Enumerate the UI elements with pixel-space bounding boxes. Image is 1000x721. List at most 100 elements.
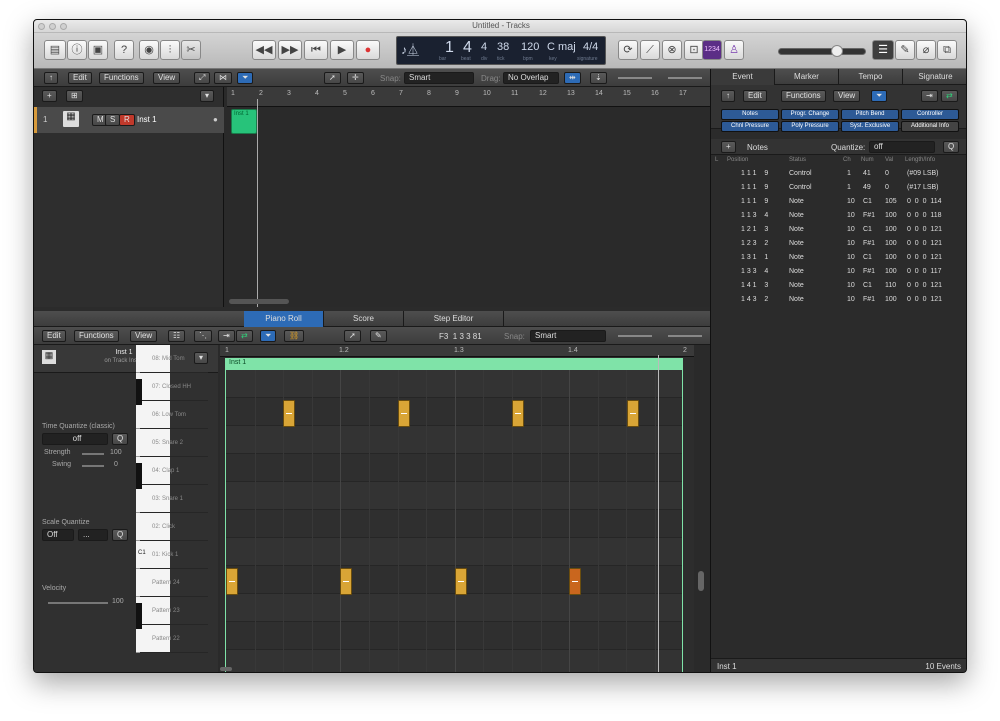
editor-functions-menu[interactable]: Functions [74, 330, 119, 342]
editor-region-bar[interactable]: Inst 1 [225, 358, 683, 370]
event-row[interactable]: 1 2 3 2 Note 10 F#1 100 0 0 0 121 [711, 237, 959, 251]
autopunch-icon[interactable]: ⊡ [684, 40, 704, 60]
browser-icon[interactable]: ⧉ [937, 40, 957, 60]
note-closed-hh[interactable] [512, 400, 524, 427]
editor-vertical-scrollbar[interactable] [698, 571, 704, 591]
editor-horizontal-zoom[interactable] [668, 335, 702, 337]
record-enable-button[interactable]: R [119, 114, 135, 126]
back-icon[interactable]: ↑ [44, 72, 58, 84]
tuner-icon[interactable]: ⟋ [640, 40, 660, 60]
tab-step-editor[interactable]: Step Editor [404, 311, 504, 327]
quick-help-icon[interactable]: ? [114, 40, 134, 60]
piano-black-key[interactable] [136, 463, 142, 489]
notepad-icon[interactable]: ✎ [895, 40, 915, 60]
note-kick[interactable] [455, 568, 467, 595]
list-editors-icon[interactable]: ☰ [872, 40, 894, 60]
count-in-icon[interactable]: 1234 [702, 40, 722, 60]
articulation-icon[interactable]: ⋱ [194, 330, 212, 342]
cycle-icon[interactable]: ⟳ [618, 40, 638, 60]
editor-vertical-zoom[interactable] [618, 335, 652, 337]
midi-out-icon[interactable]: ⇄ [236, 330, 253, 342]
filter-icon[interactable]: ⏷ [237, 72, 254, 84]
scroll-icon[interactable]: ⇣ [590, 72, 607, 84]
note-kick[interactable] [226, 568, 238, 595]
lcd-display[interactable]: ♪⏅ 1 4 4 38 120 C maj 4/4 bar beat div t… [396, 36, 606, 65]
forward-button[interactable]: ▶▶ [278, 40, 302, 60]
horizontal-zoom-slider[interactable] [668, 77, 702, 79]
filter-channel-pressure[interactable]: Chnl Pressure [721, 121, 779, 132]
master-volume-knob[interactable] [831, 45, 843, 57]
tab-marker[interactable]: Marker [775, 69, 839, 85]
collapse-icon[interactable]: ☷ [168, 330, 186, 342]
solo-icon[interactable]: ⊗ [662, 40, 682, 60]
tracks-view-menu[interactable]: View [153, 72, 181, 84]
filter-program-change[interactable]: Progr. Change [781, 109, 839, 120]
note-kick[interactable] [340, 568, 352, 595]
event-view-menu[interactable]: View [833, 90, 861, 102]
region-inst1[interactable]: Inst 1 [231, 109, 257, 134]
event-midi-out-icon[interactable]: ⇄ [941, 90, 958, 102]
editor-pointer-tool-icon[interactable]: ➚ [344, 330, 361, 342]
pencil-tool-icon[interactable]: ✎ [370, 330, 387, 342]
record-button[interactable]: ● [356, 40, 380, 60]
event-row[interactable]: 1 4 1 3 Note 10 C1 110 0 0 0 121 [711, 279, 959, 293]
master-volume-slider[interactable] [778, 45, 866, 57]
midi-in-icon[interactable]: ⇥ [218, 330, 235, 342]
filter-system-exclusive[interactable]: Syst. Exclusive [841, 121, 899, 132]
piano-black-key[interactable] [136, 603, 142, 629]
editors-icon[interactable]: ✂ [181, 40, 201, 60]
input-monitor-icon[interactable]: ● [213, 115, 218, 124]
tab-signature[interactable]: Signature [903, 69, 966, 85]
event-row[interactable]: 1 3 1 1 Note 10 C1 100 0 0 0 121 [711, 251, 959, 265]
filter-notes[interactable]: Notes [721, 109, 779, 120]
tracks-functions-menu[interactable]: Functions [99, 72, 144, 84]
note-closed-hh[interactable] [398, 400, 410, 427]
note-closed-hh[interactable] [283, 400, 295, 427]
piano-black-key[interactable] [136, 379, 142, 405]
metronome-button-icon[interactable]: ♙ [724, 40, 744, 60]
play-button[interactable]: ▶ [330, 40, 354, 60]
catch-icon[interactable]: ⇹ [564, 72, 581, 84]
grid-area[interactable] [225, 370, 683, 672]
smart-controls-icon[interactable]: ◉ [139, 40, 159, 60]
event-row[interactable]: 1 3 3 4 Note 10 F#1 100 0 0 0 117 [711, 265, 959, 279]
flex-icon[interactable]: ⋈ [214, 72, 232, 84]
pointer-tool-icon[interactable]: ➚ [324, 72, 341, 84]
playhead[interactable] [257, 99, 258, 307]
filter-pitch-bend[interactable]: Pitch Bend [841, 109, 899, 120]
mixer-icon[interactable]: ⫶ [160, 40, 180, 60]
event-row[interactable]: 1 1 1 9 Note 10 C1 105 0 0 0 114 [711, 195, 959, 209]
tracks-snap-select[interactable]: Smart [404, 72, 474, 84]
tracks-ruler[interactable]: 1 2 3 4 5 6 7 8 9 10 11 12 13 14 15 16 17 [227, 87, 710, 107]
filter-additional-info[interactable]: Additional Info [901, 121, 959, 132]
note-closed-hh[interactable] [627, 400, 639, 427]
editor-ruler[interactable]: 1 1.2 1.3 1.4 2 [220, 345, 694, 357]
event-row[interactable]: 1 4 3 2 Note 10 F#1 100 0 0 0 121 [711, 293, 959, 307]
tracks-horizontal-scrollbar[interactable] [229, 299, 289, 304]
event-back-icon[interactable]: ↑ [721, 90, 735, 102]
event-filter-icon[interactable]: ⏷ [871, 90, 888, 102]
automation-icon[interactable]: ⤢ [194, 72, 211, 84]
filter-poly-pressure[interactable]: Poly Pressure [781, 121, 839, 132]
editor-filter-icon[interactable]: ⏷ [260, 330, 277, 342]
tab-event[interactable]: Event [711, 69, 775, 85]
note-kick[interactable] [569, 568, 581, 595]
tab-piano-roll[interactable]: Piano Roll [244, 311, 324, 327]
tracks-workspace[interactable]: 1 2 3 4 5 6 7 8 9 10 11 12 13 14 15 16 17 Inst 1 [227, 87, 710, 307]
event-edit-menu[interactable]: Edit [743, 90, 767, 102]
event-functions-menu[interactable]: Functions [781, 90, 826, 102]
tab-score[interactable]: Score [324, 311, 404, 327]
tab-tempo[interactable]: Tempo [839, 69, 903, 85]
track-header-inst1[interactable]: 1 ▦ M S R Inst 1 ● [34, 107, 224, 133]
add-track-button[interactable]: + [42, 90, 57, 102]
track-menu-icon[interactable]: ▾ [200, 90, 215, 102]
editor-playhead[interactable] [658, 355, 659, 672]
editor-snap-select[interactable]: Smart [530, 330, 606, 342]
event-row[interactable]: 1 1 1 9 Control 1 41 0 (#09 LSB) [711, 167, 959, 181]
event-quantize-button[interactable]: Q [943, 141, 960, 153]
editor-horizontal-scrollbar[interactable] [220, 667, 232, 671]
tracks-drag-select[interactable]: No Overlap [503, 72, 559, 84]
marquee-tool-icon[interactable]: ✛ [347, 72, 364, 84]
loop-browser-icon[interactable]: ⌀ [916, 40, 936, 60]
event-midi-in-icon[interactable]: ⇥ [921, 90, 938, 102]
